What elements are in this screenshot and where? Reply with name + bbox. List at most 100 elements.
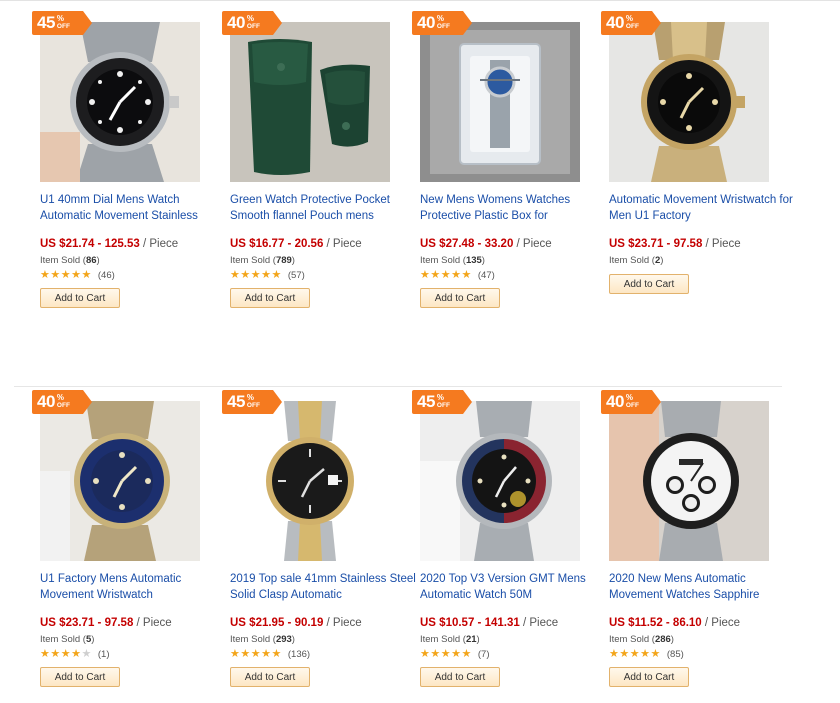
review-count[interactable]: (136) xyxy=(288,649,310,660)
items-sold: Item Sold (135) xyxy=(420,255,485,266)
price-range: US $11.52 - 86.10 xyxy=(609,617,702,629)
price-unit: / Piece xyxy=(704,617,741,629)
star-icon: ★ xyxy=(420,648,430,660)
discount-badge: 40 % OFF xyxy=(32,390,92,414)
star-icon: ★ xyxy=(250,648,261,660)
sold-close: ) xyxy=(91,634,95,645)
star-rating: ★ ★ ★ ★ ★ xyxy=(230,649,282,660)
product-title-link[interactable]: U1 Factory Mens Automatic Movement Wrist… xyxy=(40,571,230,605)
star-icon: ★ xyxy=(629,648,640,660)
product-title-link[interactable]: U1 40mm Dial Mens Watch Automatic Moveme… xyxy=(40,192,230,226)
sold-label: Item Sold ( xyxy=(40,634,86,645)
sold-count: 789 xyxy=(275,255,292,266)
product-title-link[interactable]: 2020 Top V3 Version GMT Mens Automatic W… xyxy=(420,571,610,605)
product-title-link[interactable]: 2019 Top sale 41mm Stainless Steel Solid… xyxy=(230,571,420,605)
discount-number: 45 xyxy=(37,13,55,32)
product-price: US $23.71 - 97.58 / Piece xyxy=(609,238,741,250)
review-count[interactable]: (85) xyxy=(667,649,684,660)
product-title-link[interactable]: Green Watch Protective Pocket Smooth fla… xyxy=(230,192,420,226)
star-icon: ★ xyxy=(271,269,282,281)
discount-number: 40 xyxy=(606,392,624,411)
add-to-cart-button[interactable]: Add to Cart xyxy=(230,288,310,308)
add-to-cart-button[interactable]: Add to Cart xyxy=(230,667,310,687)
sold-count: 286 xyxy=(654,634,671,645)
discount-percent: % xyxy=(436,14,445,23)
add-to-cart-button[interactable]: Add to Cart xyxy=(40,667,120,687)
review-count[interactable]: (46) xyxy=(98,270,115,281)
discount-badge: 45 % OFF xyxy=(412,390,472,414)
add-to-cart-button[interactable]: Add to Cart xyxy=(420,667,500,687)
rating: ★ ★ ★ ★ ★ (136) xyxy=(230,649,310,661)
discount-percent: % xyxy=(246,393,255,402)
discount-off: OFF xyxy=(625,402,639,409)
star-icon: ★ xyxy=(451,648,461,660)
sold-label: Item Sold ( xyxy=(230,255,276,266)
sold-close: ) xyxy=(660,255,664,266)
star-icon: ★ xyxy=(50,269,61,281)
star-icon: ★ xyxy=(71,269,81,281)
discount-number: 40 xyxy=(606,13,624,32)
price-range: US $10.57 - 141.31 xyxy=(420,617,520,629)
sold-label: Item Sold ( xyxy=(609,255,655,266)
product-image[interactable] xyxy=(40,401,200,561)
product-price: US $16.77 - 20.56 / Piece xyxy=(230,238,362,250)
product-image[interactable] xyxy=(609,22,769,182)
discount-percent: % xyxy=(246,14,255,23)
discount-percent: % xyxy=(625,393,634,402)
discount-off: OFF xyxy=(436,402,450,409)
star-icon: ★ xyxy=(640,648,650,660)
items-sold: Item Sold (286) xyxy=(609,634,674,645)
add-to-cart-button[interactable]: Add to Cart xyxy=(609,274,689,294)
product-image[interactable] xyxy=(230,401,390,561)
sold-count: 293 xyxy=(275,634,292,645)
review-count[interactable]: (57) xyxy=(288,270,305,281)
add-to-cart-button[interactable]: Add to Cart xyxy=(420,288,500,308)
sold-label: Item Sold ( xyxy=(40,255,86,266)
review-count[interactable]: (7) xyxy=(478,649,490,660)
discount-percent: % xyxy=(56,393,65,402)
product-title-link[interactable]: Automatic Movement Wristwatch for Men U1… xyxy=(609,192,799,226)
product-image[interactable] xyxy=(420,401,580,561)
add-to-cart-button[interactable]: Add to Cart xyxy=(609,667,689,687)
sold-close: ) xyxy=(670,634,674,645)
star-rating: ★ ★ ★ ★ ★ xyxy=(230,270,282,281)
price-unit: / Piece xyxy=(326,617,362,629)
discount-off: OFF xyxy=(56,402,70,409)
discount-badge: 40 % OFF xyxy=(601,11,661,35)
discount-off: OFF xyxy=(246,402,260,409)
product-image[interactable] xyxy=(40,22,200,182)
discount-percent: % xyxy=(56,14,65,23)
star-icon: ★ xyxy=(71,648,81,660)
product-image[interactable] xyxy=(420,22,580,182)
star-icon: ★ xyxy=(440,269,451,281)
price-range: US $21.74 - 125.53 xyxy=(40,238,140,250)
star-icon: ★ xyxy=(250,269,261,281)
product-title-link[interactable]: New Mens Womens Watches Protective Plast… xyxy=(420,192,610,226)
discount-off: OFF xyxy=(625,23,639,30)
discount-badge: 45 % OFF xyxy=(222,390,282,414)
discount-number: 40 xyxy=(417,13,435,32)
product-title-link[interactable]: 2020 New Mens Automatic Movement Watches… xyxy=(609,571,799,605)
rating: ★ ★ ★ ★ ★ (7) xyxy=(420,648,490,661)
sold-close: ) xyxy=(476,634,480,645)
star-rating: ★ ★ ★ ★ ★ xyxy=(40,649,92,660)
discount-number: 45 xyxy=(417,392,435,411)
items-sold: Item Sold (293) xyxy=(230,634,295,645)
price-unit: / Piece xyxy=(326,238,362,250)
product-image[interactable] xyxy=(230,22,390,182)
star-icon: ★ xyxy=(240,269,251,281)
add-to-cart-button[interactable]: Add to Cart xyxy=(40,288,120,308)
star-icon: ★ xyxy=(261,648,271,660)
star-icon: ★ xyxy=(461,648,472,660)
star-rating: ★ ★ ★ ★ ★ xyxy=(609,649,661,660)
discount-badge: 40 % OFF xyxy=(222,11,282,35)
items-sold: Item Sold (5) xyxy=(40,634,94,645)
review-count[interactable]: (47) xyxy=(478,270,495,281)
sold-label: Item Sold ( xyxy=(420,634,466,645)
product-image[interactable] xyxy=(609,401,769,561)
items-sold: Item Sold (789) xyxy=(230,255,295,266)
price-range: US $21.95 - 90.19 xyxy=(230,617,324,629)
sold-label: Item Sold ( xyxy=(230,634,276,645)
review-count[interactable]: (1) xyxy=(98,649,110,660)
price-range: US $27.48 - 33.20 xyxy=(420,238,514,250)
